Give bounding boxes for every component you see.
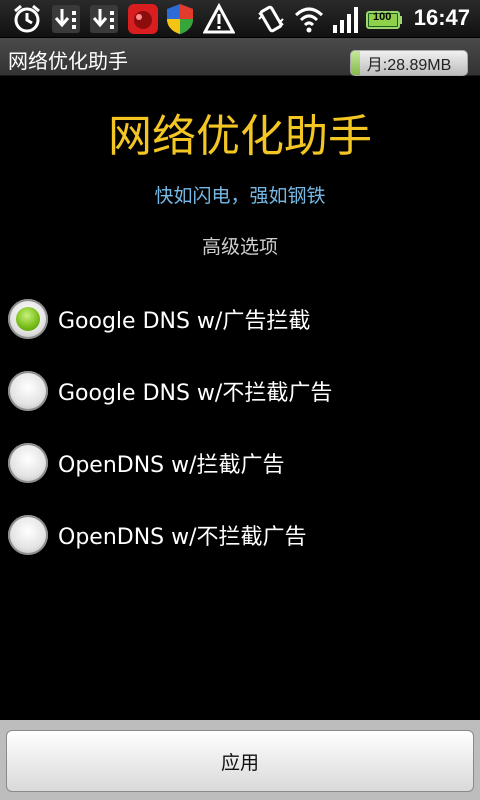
shield-icon: [167, 4, 193, 34]
battery-level: 100: [373, 11, 392, 23]
apply-button[interactable]: 应用: [6, 730, 474, 792]
dns-option[interactable]: OpenDNS w/不拦截广告: [0, 499, 480, 571]
wifi-icon: [294, 7, 324, 33]
option-label: Google DNS w/不拦截广告: [58, 381, 333, 406]
vibrate-icon: [258, 5, 284, 33]
radio-dot: [16, 307, 40, 331]
option-label: Google DNS w/广告拦截: [58, 309, 311, 334]
page-heading: 网络优化助手: [108, 111, 372, 162]
radio-button[interactable]: [8, 299, 48, 339]
download-icon: [90, 5, 118, 33]
page-subtitle: 快如闪电，强如钢铁: [154, 185, 326, 207]
app-title: 网络优化助手: [8, 49, 128, 73]
dns-option[interactable]: OpenDNS w/拦截广告: [0, 427, 480, 499]
radio-button[interactable]: [8, 515, 48, 555]
option-label: OpenDNS w/不拦截广告: [58, 525, 307, 550]
status-bar: 100 16:47: [0, 0, 480, 38]
dns-option[interactable]: Google DNS w/不拦截广告: [0, 355, 480, 427]
dns-options: Google DNS w/广告拦截 Google DNS w/不拦截广告 Ope…: [0, 283, 480, 571]
title-bar: 网络优化助手 月:28.89MB: [0, 38, 480, 76]
radio-button[interactable]: [8, 371, 48, 411]
app-notification-icon: [128, 4, 158, 34]
traffic-badge: 月:28.89MB: [350, 50, 468, 76]
option-label: OpenDNS w/拦截广告: [58, 453, 285, 478]
traffic-fill: [351, 51, 361, 75]
dns-option[interactable]: Google DNS w/广告拦截: [0, 283, 480, 355]
warning-icon: [203, 3, 235, 34]
section-label: 高级选项: [201, 236, 278, 258]
signal-icon: [333, 7, 358, 33]
alarm-icon: [14, 4, 40, 33]
download-icon: [52, 5, 80, 33]
radio-button[interactable]: [8, 443, 48, 483]
traffic-text: 月:28.89MB: [366, 57, 452, 74]
clock: 16:47: [413, 5, 470, 30]
